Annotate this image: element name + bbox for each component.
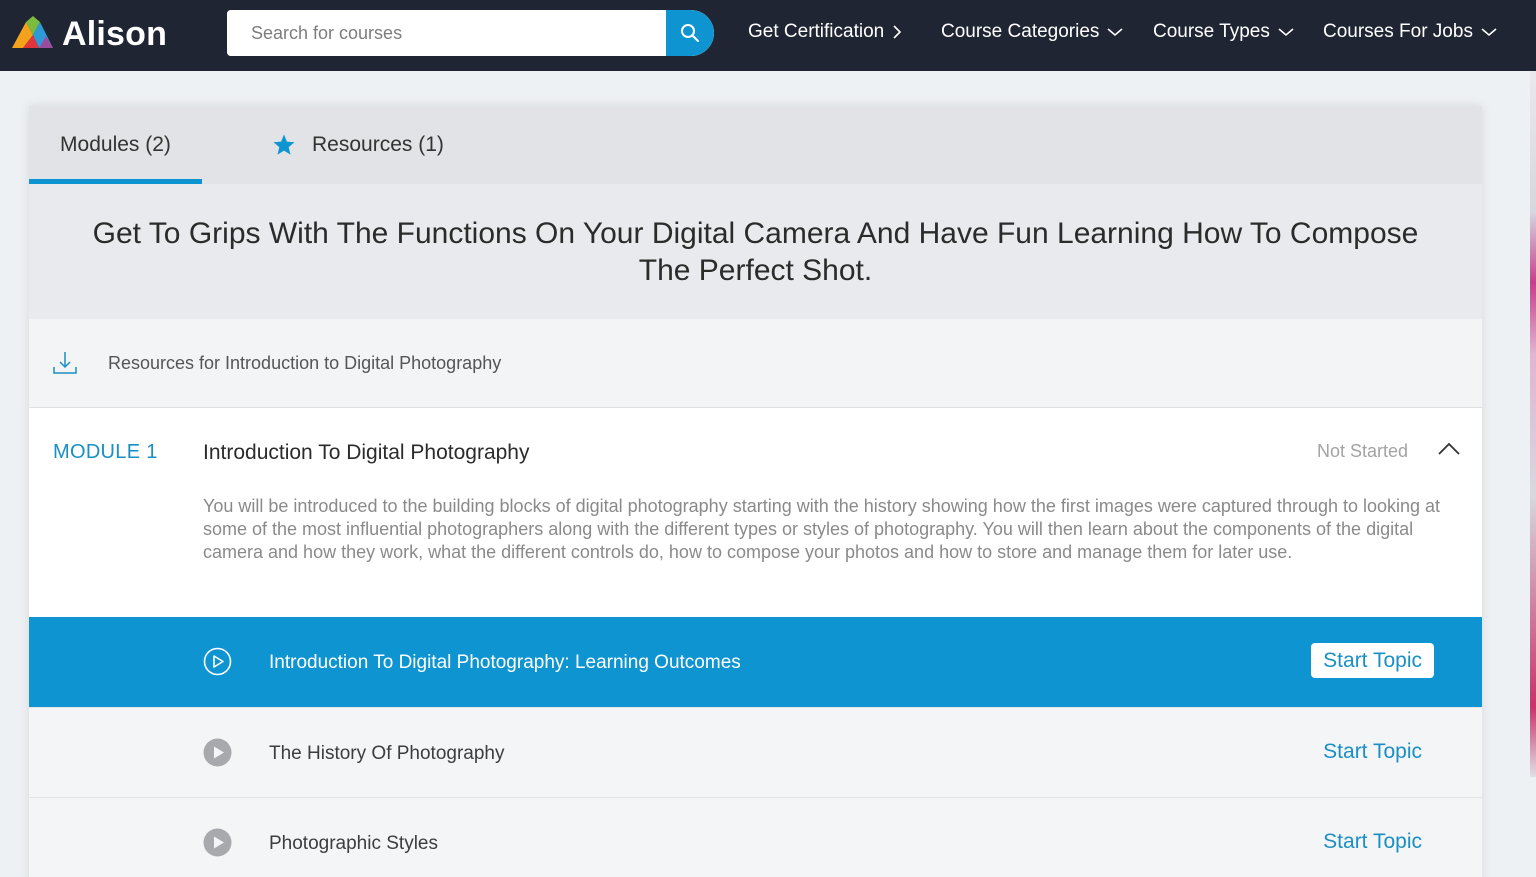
search-bar bbox=[227, 10, 714, 56]
nav-get-certification[interactable]: Get Certification bbox=[748, 0, 902, 64]
nav-get-certification-label: Get Certification bbox=[748, 21, 885, 42]
topic-title: Photographic Styles bbox=[269, 833, 438, 854]
course-headline-banner: Get To Grips With The Functions On Your … bbox=[29, 184, 1482, 319]
nav-course-categories[interactable]: Course Categories bbox=[941, 0, 1123, 64]
course-tabs: Modules (2) Resources (1) bbox=[29, 106, 1482, 184]
logo-text: Alison bbox=[62, 14, 168, 53]
search-button[interactable] bbox=[666, 10, 714, 56]
nav-course-types[interactable]: Course Types bbox=[1153, 0, 1294, 64]
alison-logo-mark-icon bbox=[12, 16, 53, 48]
search-icon bbox=[681, 24, 699, 42]
play-circle-icon bbox=[203, 828, 232, 857]
top-navigation-bar: Alison Get Certification Course Categori… bbox=[0, 0, 1536, 71]
download-icon bbox=[53, 352, 77, 374]
play-circle-icon bbox=[203, 738, 232, 767]
resources-download-label: Resources for Introduction to Digital Ph… bbox=[108, 352, 502, 373]
topic-title: The History Of Photography bbox=[269, 743, 505, 764]
chevron-down-icon bbox=[1278, 28, 1294, 37]
chevron-right-icon bbox=[893, 25, 902, 39]
module-number: MODULE 1 bbox=[53, 441, 158, 463]
topic-row[interactable]: Photographic Styles Start Topic bbox=[29, 797, 1482, 877]
module-header[interactable]: MODULE 1 Introduction To Digital Photogr… bbox=[29, 408, 1482, 498]
chevron-down-icon bbox=[1481, 28, 1497, 37]
topic-row[interactable]: Introduction To Digital Photography: Lea… bbox=[29, 617, 1482, 707]
play-circle-icon bbox=[203, 647, 232, 676]
course-content-card: Modules (2) Resources (1) Get To Grips W… bbox=[29, 106, 1482, 877]
course-headline: Get To Grips With The Functions On Your … bbox=[92, 216, 1419, 287]
nav-courses-for-jobs-label: Courses For Jobs bbox=[1323, 21, 1473, 42]
tab-modules-label: Modules (2) bbox=[60, 133, 171, 156]
topic-title: Introduction To Digital Photography: Lea… bbox=[269, 652, 741, 673]
nav-course-categories-label: Course Categories bbox=[941, 21, 1100, 42]
search-input[interactable] bbox=[227, 10, 666, 56]
resources-download-row[interactable]: Resources for Introduction to Digital Ph… bbox=[29, 319, 1482, 408]
topic-row[interactable]: The History Of Photography Start Topic bbox=[29, 707, 1482, 797]
chevron-up-icon[interactable] bbox=[1437, 442, 1461, 456]
nav-course-types-label: Course Types bbox=[1153, 21, 1270, 42]
module-title: Introduction To Digital Photography bbox=[203, 441, 530, 464]
module-description: You will be introduced to the building b… bbox=[203, 496, 1441, 562]
tab-resources[interactable]: Resources (1) bbox=[272, 106, 444, 184]
tab-resources-label: Resources (1) bbox=[312, 133, 444, 156]
start-topic-button[interactable]: Start Topic bbox=[1311, 643, 1434, 678]
chevron-down-icon bbox=[1107, 28, 1123, 37]
page-edge-scrollbar[interactable] bbox=[1530, 71, 1536, 777]
nav-courses-for-jobs[interactable]: Courses For Jobs bbox=[1323, 0, 1497, 64]
alison-logo[interactable]: Alison bbox=[12, 14, 168, 53]
tab-modules[interactable]: Modules (2) bbox=[29, 106, 202, 184]
star-icon bbox=[273, 134, 295, 155]
module-status: Not Started bbox=[1317, 441, 1409, 461]
start-topic-button[interactable]: Start Topic bbox=[1311, 824, 1434, 859]
start-topic-button[interactable]: Start Topic bbox=[1311, 734, 1434, 769]
